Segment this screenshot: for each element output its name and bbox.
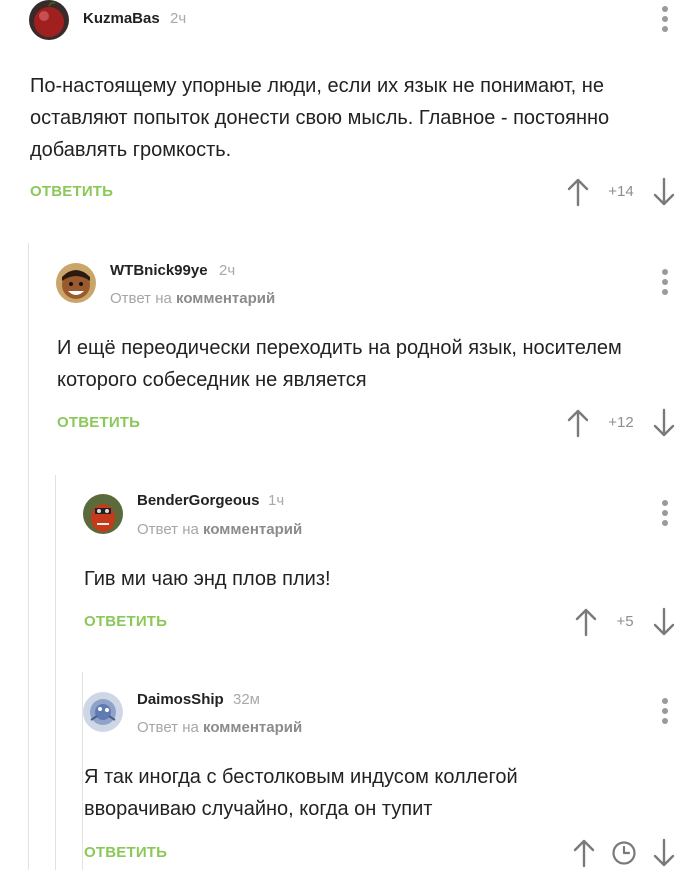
upvote-arrow-icon[interactable]: [566, 408, 590, 438]
comment-time: 2ч: [170, 10, 187, 27]
reply-to-prefix: Ответ на: [110, 290, 172, 307]
more-options-icon[interactable]: [660, 500, 670, 530]
reply-to-link[interactable]: комментарий: [203, 719, 302, 736]
reply-button[interactable]: ОТВЕТИТЬ: [84, 613, 167, 630]
username[interactable]: BenderGorgeous: [137, 492, 260, 509]
thread-line-level-2: [55, 475, 56, 870]
reply-to-label: Ответ на комментарий: [137, 719, 302, 736]
rating-value: +5: [616, 613, 634, 630]
downvote-arrow-icon[interactable]: [652, 607, 676, 637]
rating-value: +12: [608, 414, 634, 431]
username[interactable]: WTBnick99ye: [110, 262, 208, 279]
comment-time: 32м: [233, 691, 260, 708]
downvote-arrow-icon[interactable]: [652, 408, 676, 438]
avatar[interactable]: [83, 692, 123, 732]
comment-text: И ещё переодически переходить на родной …: [57, 337, 622, 391]
reply-button[interactable]: ОТВЕТИТЬ: [30, 183, 113, 200]
comment-text: Я так иногда с бестолковым индусом колле…: [84, 766, 518, 820]
avatar[interactable]: [56, 263, 96, 303]
reply-to-prefix: Ответ на: [137, 719, 199, 736]
more-options-icon[interactable]: [660, 698, 670, 728]
username[interactable]: DaimosShip: [137, 691, 224, 708]
avatar[interactable]: [83, 494, 123, 534]
downvote-arrow-icon[interactable]: [652, 838, 676, 868]
username[interactable]: KuzmaBas: [83, 10, 160, 27]
clock-icon: [612, 841, 636, 865]
upvote-arrow-icon[interactable]: [566, 177, 590, 207]
reply-to-label: Ответ на комментарий: [137, 521, 302, 538]
upvote-arrow-icon[interactable]: [572, 838, 596, 868]
reply-to-link[interactable]: комментарий: [176, 290, 275, 307]
reply-to-prefix: Ответ на: [137, 521, 199, 538]
comment-text: По-настоящему упорные люди, если их язык…: [30, 75, 610, 161]
comment-time: 2ч: [219, 262, 236, 279]
thread-line-level-1: [28, 243, 29, 870]
comment-time: 1ч: [268, 492, 285, 509]
reply-button[interactable]: ОТВЕТИТЬ: [84, 844, 167, 861]
comment-text: Гив ми чаю энд плов плиз!: [84, 568, 331, 590]
reply-to-label: Ответ на комментарий: [110, 290, 275, 307]
rating-value: +14: [608, 183, 634, 200]
reply-to-link[interactable]: комментарий: [203, 521, 302, 538]
downvote-arrow-icon[interactable]: [652, 177, 676, 207]
more-options-icon[interactable]: [660, 6, 670, 36]
avatar[interactable]: [29, 0, 69, 40]
reply-button[interactable]: ОТВЕТИТЬ: [57, 414, 140, 431]
more-options-icon[interactable]: [660, 269, 670, 299]
upvote-arrow-icon[interactable]: [574, 607, 598, 637]
thread-line-level-3: [82, 672, 83, 870]
